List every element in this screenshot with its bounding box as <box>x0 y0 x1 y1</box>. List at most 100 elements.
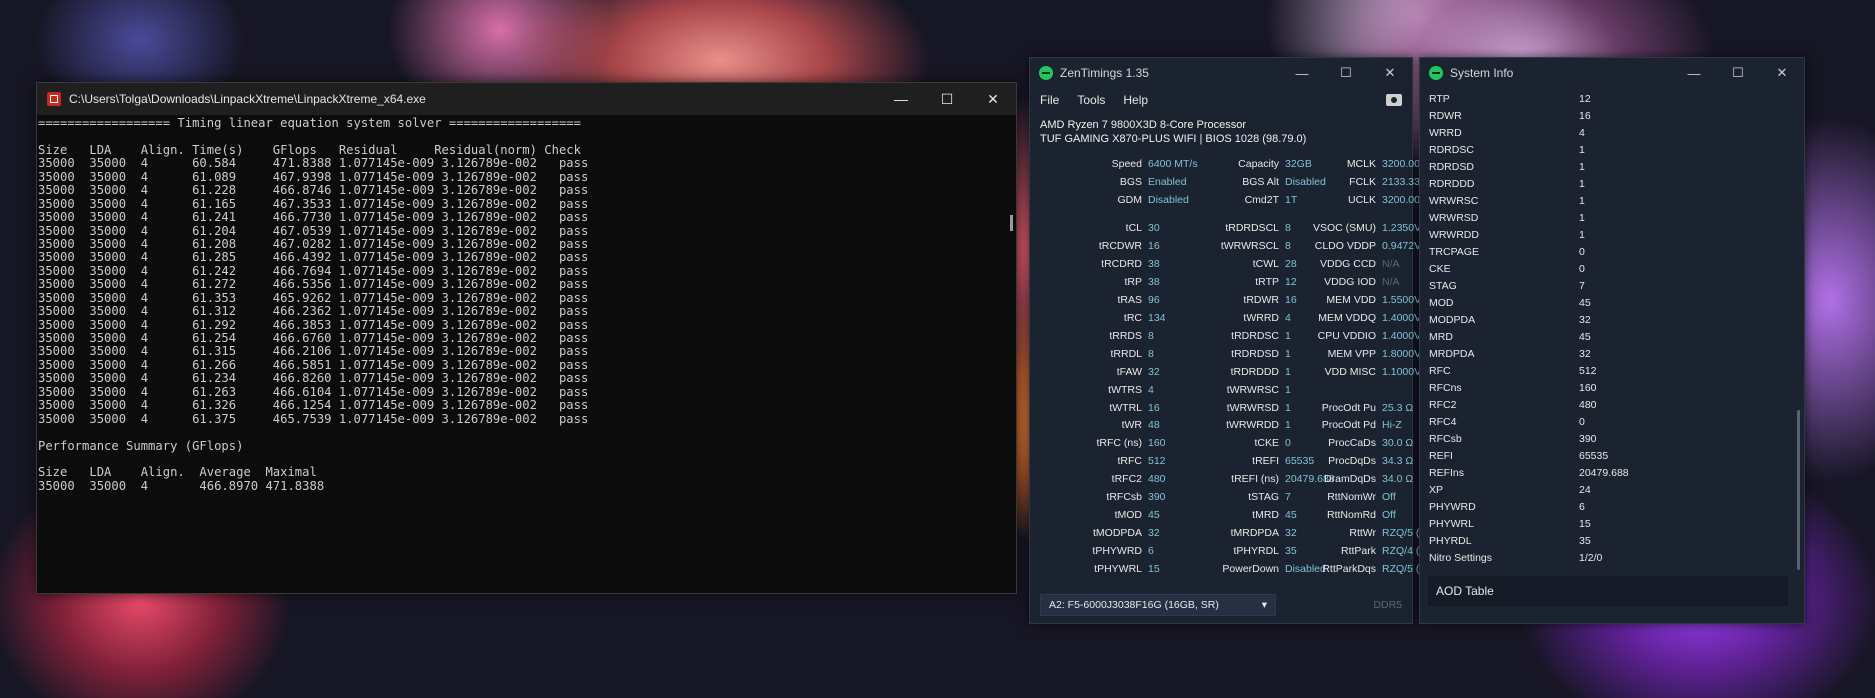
sysinfo-row: XP 24 <box>1429 481 1790 498</box>
menu-file[interactable]: File <box>1040 93 1059 107</box>
console-line: 35000 35000 4 60.584 471.8388 1.077145e-… <box>38 156 589 171</box>
sysinfo-value: 32 <box>1579 347 1591 360</box>
timing-value: Off <box>1382 509 1396 522</box>
sysinfo-scrollbar[interactable] <box>1797 410 1800 570</box>
close-button[interactable]: ✕ <box>970 83 1016 115</box>
sysinfo-value: 512 <box>1579 364 1597 377</box>
linpack-console-window: C:\Users\Tolga\Downloads\LinpackXtreme\L… <box>36 82 1017 594</box>
timing-value: 38 <box>1148 257 1160 270</box>
module-select[interactable]: A2: F5-6000J3038F16G (16GB, SR) ▾ <box>1040 594 1276 616</box>
sysinfo-row: RTP 12 <box>1429 90 1790 107</box>
sysinfo-key: PHYWRL <box>1429 517 1474 530</box>
timing-label: BGS <box>1119 176 1142 188</box>
timing-label: CLDO VDDP <box>1314 239 1376 252</box>
timing-value: 45 <box>1148 509 1160 522</box>
sysinfo-key: PHYRDL <box>1429 534 1472 547</box>
timing-value: 134 <box>1148 311 1166 324</box>
timing-label: tCKE <box>1254 437 1279 450</box>
sysinfo-row: WRWRSD 1 <box>1429 209 1790 226</box>
timing-label: Cmd2T <box>1244 194 1279 206</box>
timing-value: 3200.00 <box>1382 158 1420 170</box>
zentimings-menubar: File Tools Help <box>1030 88 1412 112</box>
timing-value: Hi-Z <box>1382 419 1402 432</box>
sysinfo-value: 20479.688 <box>1579 466 1629 479</box>
timing-value: 8 <box>1285 239 1291 252</box>
menu-tools[interactable]: Tools <box>1077 93 1105 107</box>
timing-label: ProcCaDs <box>1328 437 1376 450</box>
timing-value: 1.4000V <box>1382 329 1422 342</box>
timing-value: 1 <box>1285 347 1291 360</box>
sysinfo-titlebar[interactable]: System Info — ☐ ✕ <box>1420 58 1804 88</box>
sysinfo-key: RFC4 <box>1429 415 1457 428</box>
module-select-value: A2: F5-6000J3038F16G (16GB, SR) <box>1049 599 1219 611</box>
timing-label: VDDG IOD <box>1324 275 1376 288</box>
sysinfo-key: MRDPDA <box>1429 347 1475 360</box>
sysinfo-row: PHYWRL 15 <box>1429 515 1790 532</box>
timing-value: 0 <box>1285 437 1291 450</box>
sysinfo-value: 4 <box>1579 126 1585 139</box>
sysinfo-row: STAG 7 <box>1429 277 1790 294</box>
timing-value: 8 <box>1148 329 1154 342</box>
sysinfo-row: RFC 512 <box>1429 362 1790 379</box>
sysinfo-row: MRD 45 <box>1429 328 1790 345</box>
close-button[interactable]: ✕ <box>1760 58 1804 88</box>
sysinfo-key: REFI <box>1429 449 1453 462</box>
maximize-button[interactable]: ☐ <box>1716 58 1760 88</box>
minimize-button[interactable]: — <box>878 83 924 115</box>
system-info-window: System Info — ☐ ✕ RTP 12 RDWR 16 WRRD 4 RDRDSC… <box>1419 57 1805 624</box>
console-line: 35000 35000 4 61.326 466.1254 1.077145e-… <box>38 398 589 413</box>
maximize-button[interactable]: ☐ <box>1324 58 1368 88</box>
console-titlebar[interactable]: C:\Users\Tolga\Downloads\LinpackXtreme\L… <box>37 83 1016 115</box>
console-line: Size LDA Align. Average Maximal <box>38 465 317 480</box>
aod-table-header[interactable]: AOD Table <box>1428 576 1788 606</box>
timing-label: tRC <box>1123 311 1142 324</box>
timing-label: RttWr <box>1349 527 1376 540</box>
timing-value: 1.5500V <box>1382 293 1422 306</box>
cpu-name: AMD Ryzen 7 9800X3D 8-Core Processor <box>1040 119 1247 131</box>
timing-value: 34.3 Ω <box>1382 455 1414 468</box>
sysinfo-row: RFC4 0 <box>1429 413 1790 430</box>
timing-label: BGS Alt <box>1242 176 1279 188</box>
timing-value: 1.8000V <box>1382 347 1422 360</box>
timing-label: MEM VDDQ <box>1318 311 1376 324</box>
sysinfo-value: 0 <box>1579 415 1585 428</box>
zentimings-app-icon <box>1039 66 1053 80</box>
timing-label: tRDWR <box>1243 293 1279 306</box>
console-line: 35000 35000 4 61.241 466.7730 1.077145e-… <box>38 210 589 225</box>
timing-value: 32 <box>1148 527 1160 540</box>
camera-icon[interactable] <box>1386 94 1402 106</box>
sysinfo-value: 16 <box>1579 109 1591 122</box>
sysinfo-row: RFCns 160 <box>1429 379 1790 396</box>
sysinfo-key: PHYWRD <box>1429 500 1476 513</box>
sysinfo-key: XP <box>1429 483 1444 496</box>
minimize-button[interactable]: — <box>1672 58 1716 88</box>
timing-label: tMRD <box>1252 509 1279 522</box>
console-app-icon <box>47 92 61 106</box>
timing-value: 28 <box>1285 257 1297 270</box>
menu-help[interactable]: Help <box>1123 93 1148 107</box>
console-line: Size LDA Align. Time(s) GFlops Residual … <box>38 142 581 157</box>
console-line: 35000 35000 4 61.272 466.5356 1.077145e-… <box>38 277 589 292</box>
timing-label: tMOD <box>1114 509 1142 522</box>
console-scrollbar[interactable] <box>1004 115 1016 593</box>
sysinfo-key: CKE <box>1429 262 1451 275</box>
sysinfo-row: REFI 65535 <box>1429 447 1790 464</box>
console-line: 35000 35000 4 61.254 466.6760 1.077145e-… <box>38 331 589 345</box>
sysinfo-row: PHYRDL 35 <box>1429 532 1790 549</box>
maximize-button[interactable]: ☐ <box>924 83 970 115</box>
sysinfo-row: RDRDSC 1 <box>1429 141 1790 158</box>
timing-label: tREFI <box>1252 455 1279 468</box>
close-button[interactable]: ✕ <box>1368 58 1412 88</box>
timing-label: PowerDown <box>1222 563 1279 576</box>
timing-value: 7 <box>1285 491 1291 504</box>
sysinfo-key: STAG <box>1429 279 1457 292</box>
minimize-button[interactable]: — <box>1280 58 1324 88</box>
timing-value: 8 <box>1285 222 1291 234</box>
timing-value: Enabled <box>1148 176 1187 188</box>
sysinfo-title: System Info <box>1450 66 1514 80</box>
zentimings-titlebar[interactable]: ZenTimings 1.35 — ☐ ✕ <box>1030 58 1412 88</box>
timing-value: 1 <box>1285 401 1291 414</box>
timing-label: tRDRDSD <box>1231 347 1279 360</box>
timing-value: 390 <box>1148 491 1166 504</box>
timing-value: 16 <box>1148 239 1160 252</box>
